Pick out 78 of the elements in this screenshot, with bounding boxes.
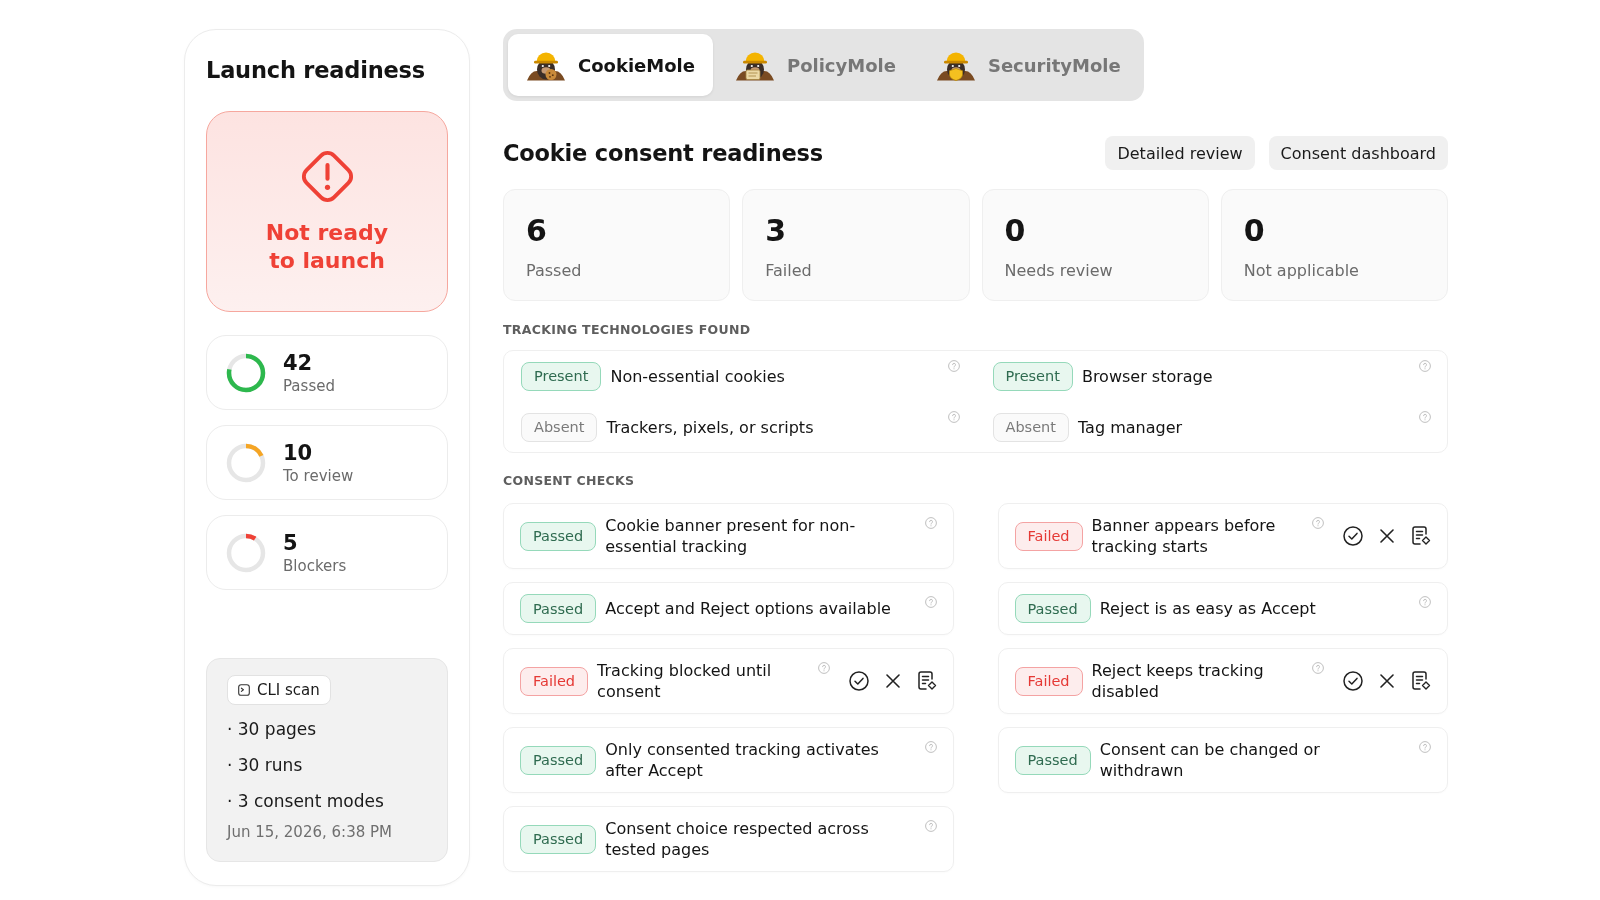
header-button[interactable]: Detailed review <box>1105 136 1255 170</box>
help-icon[interactable] <box>1312 517 1324 529</box>
close-icon[interactable] <box>1380 529 1394 543</box>
status-badge: Failed <box>1014 521 1083 551</box>
document-pencil-icon[interactable] <box>1411 671 1431 691</box>
document-pencil-icon[interactable] <box>1411 526 1431 546</box>
status-badge: Passed <box>520 594 597 623</box>
summary-value: 6 <box>526 215 547 247</box>
check-text: Consent choice respected across tested pages <box>605 818 870 860</box>
header-button[interactable]: Consent dashboard <box>1268 136 1448 170</box>
check-text: Consent can be changed or withdrawn <box>1099 739 1321 781</box>
summary-label: Not applicable <box>1243 261 1359 280</box>
help-icon[interactable] <box>947 360 960 372</box>
help-icon[interactable] <box>1419 360 1431 372</box>
help-icon[interactable] <box>924 820 937 832</box>
summary-label: Passed <box>526 261 582 280</box>
status-badge: Passed <box>1014 594 1091 623</box>
scan-detail: · 3 consent modes <box>227 790 384 813</box>
summary-label: Needs review <box>1004 261 1113 280</box>
scan-detail: · 30 pages <box>227 718 317 741</box>
help-icon[interactable] <box>924 517 937 529</box>
stat-value: 10 <box>283 439 314 466</box>
status-badge: Passed <box>520 521 597 551</box>
help-icon[interactable] <box>1419 596 1431 608</box>
check-circle-icon[interactable] <box>848 671 869 691</box>
check-text: Reject keeps tracking disabled <box>1091 660 1265 702</box>
help-icon[interactable] <box>1419 741 1431 753</box>
status-badge: Absent <box>992 412 1069 442</box>
stat-value: 42 <box>283 349 314 376</box>
document-pencil-icon[interactable] <box>916 671 937 691</box>
section-heading: TRACKING TECHNOLOGIES FOUND <box>503 322 752 338</box>
stat-label: Passed <box>283 375 335 396</box>
stat-label: Blockers <box>283 555 347 576</box>
close-icon[interactable] <box>1380 674 1394 688</box>
tab[interactable]: CookieMole <box>508 34 713 96</box>
status-badge: Present <box>521 361 602 391</box>
check-text: Only consented tracking activates after Accept <box>605 739 880 781</box>
page-heading: Cookie consent readiness <box>503 140 823 166</box>
status-badge: Passed <box>520 824 597 854</box>
tracking-label: Tag manager <box>1078 417 1184 437</box>
status-badge: Failed <box>1014 666 1083 696</box>
check-circle-icon[interactable] <box>1343 526 1363 546</box>
summary-label: Failed <box>765 261 812 280</box>
status-badge: Failed <box>520 666 589 696</box>
help-icon[interactable] <box>817 662 830 674</box>
close-icon[interactable] <box>885 674 900 688</box>
tab[interactable]: SecurityMole <box>917 34 1139 96</box>
status-badge: Present <box>992 361 1073 391</box>
check-text: Cookie banner present for non-essential tracking <box>605 515 857 557</box>
check-text: Banner appears before tracking starts <box>1091 515 1277 557</box>
status-badge: Passed <box>1014 745 1091 775</box>
status-badge: Absent <box>521 412 598 442</box>
tracking-label: Trackers, pixels, or scripts <box>606 417 815 437</box>
chip-label: CLI scan <box>257 681 320 699</box>
help-icon[interactable] <box>1312 662 1324 674</box>
check-text: Tracking blocked until consent <box>597 660 773 702</box>
stat-value: 5 <box>283 529 299 556</box>
scan-timestamp: Jun 15, 2026, 6:38 PM <box>227 823 392 841</box>
section-heading: CONSENT CHECKS <box>503 473 636 489</box>
help-icon[interactable] <box>1419 411 1431 423</box>
check-text: Reject is as easy as Accept <box>1099 598 1317 619</box>
tracking-label: Browser storage <box>1081 366 1214 386</box>
status-badge: Passed <box>520 745 597 775</box>
stat-label: To review <box>283 465 354 486</box>
check-text: Accept and Reject options available <box>605 598 892 619</box>
help-icon[interactable] <box>924 596 937 608</box>
help-icon[interactable] <box>947 411 960 423</box>
tracking-label: Non-essential cookies <box>610 366 786 386</box>
summary-value: 3 <box>765 215 787 247</box>
scan-detail: · 30 runs <box>227 754 303 777</box>
summary-value: 0 <box>1004 215 1026 247</box>
tab[interactable]: PolicyMole <box>716 34 914 96</box>
help-icon[interactable] <box>924 741 937 753</box>
summary-value: 0 <box>1243 215 1265 247</box>
status-text: Not ready to launch <box>264 219 390 275</box>
check-circle-icon[interactable] <box>1343 671 1363 691</box>
terminal-icon <box>238 684 250 696</box>
panel-title: Launch readiness <box>206 56 426 85</box>
